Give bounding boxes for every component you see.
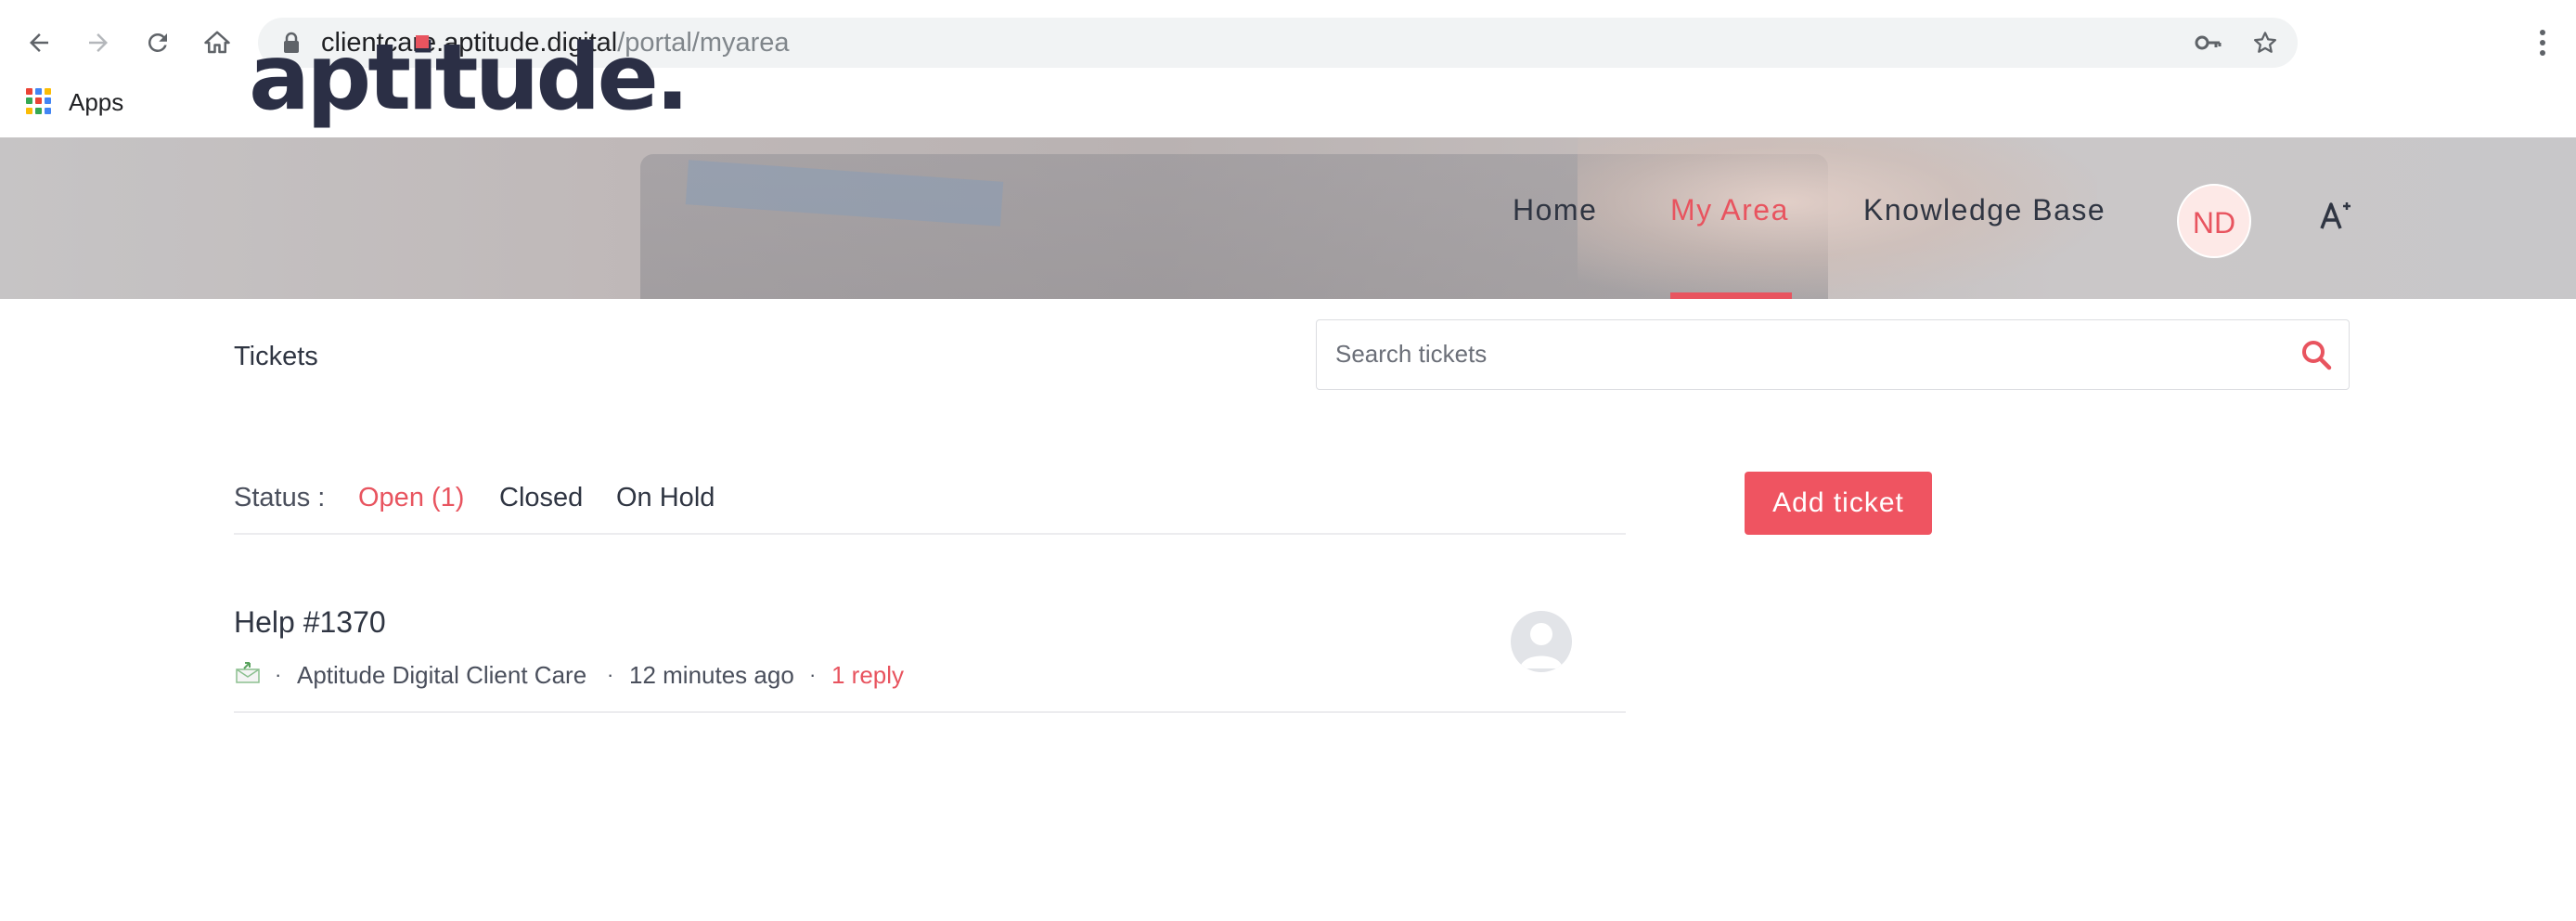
forward-arrow-icon: [89, 33, 108, 52]
ticket-team: Aptitude Digital Client Care: [297, 661, 587, 689]
ticket-time: 12 minutes ago: [629, 661, 794, 689]
filter-open[interactable]: Open (1): [358, 481, 464, 514]
aptitude-logo[interactable]: aptitude.: [249, 22, 689, 134]
back-arrow-icon: [30, 33, 48, 52]
nav-knowledge-base[interactable]: Knowledge Base: [1863, 191, 2106, 228]
nav-my-area[interactable]: My Area: [1670, 191, 1789, 228]
reload-button[interactable]: [137, 22, 178, 63]
user-placeholder-icon: [1520, 623, 1563, 668]
browser-menu-icon[interactable]: [2537, 28, 2548, 58]
meta-separator: ·: [607, 663, 614, 686]
key-icon[interactable]: [2194, 31, 2222, 55]
ticket-replies[interactable]: 1 reply: [831, 659, 904, 691]
filter-on-hold[interactable]: On Hold: [616, 481, 715, 514]
reload-icon: [148, 32, 167, 52]
add-ticket-button[interactable]: Add ticket: [1745, 472, 1932, 535]
nav-active-indicator: [1670, 292, 1792, 299]
assignee-avatar: [1511, 611, 1572, 672]
forward-button[interactable]: [78, 22, 119, 63]
email-icon: [236, 662, 260, 683]
filter-closed[interactable]: Closed: [499, 481, 583, 514]
meta-separator: ·: [275, 663, 282, 686]
divider: [234, 533, 1626, 535]
user-avatar[interactable]: ND: [2177, 184, 2251, 258]
nav-home[interactable]: Home: [1513, 191, 1597, 228]
search-icon[interactable]: [2300, 339, 2332, 370]
status-label: Status :: [234, 483, 326, 512]
home-button[interactable]: [197, 22, 238, 63]
search-box: [1316, 319, 2350, 390]
home-icon: [204, 31, 230, 54]
divider: [234, 711, 1626, 713]
apps-grid-icon[interactable]: [26, 88, 52, 114]
star-icon[interactable]: [2251, 29, 2279, 57]
font-size-icon[interactable]: [2316, 197, 2353, 234]
logo-accent-mark: [416, 35, 429, 48]
ticket-title[interactable]: Help #1370: [234, 603, 386, 641]
page-title: Tickets: [234, 342, 318, 371]
meta-separator: ·: [809, 663, 817, 686]
back-button[interactable]: [19, 22, 59, 63]
search-input[interactable]: [1335, 320, 2263, 387]
bookmark-apps[interactable]: Apps: [69, 86, 123, 118]
